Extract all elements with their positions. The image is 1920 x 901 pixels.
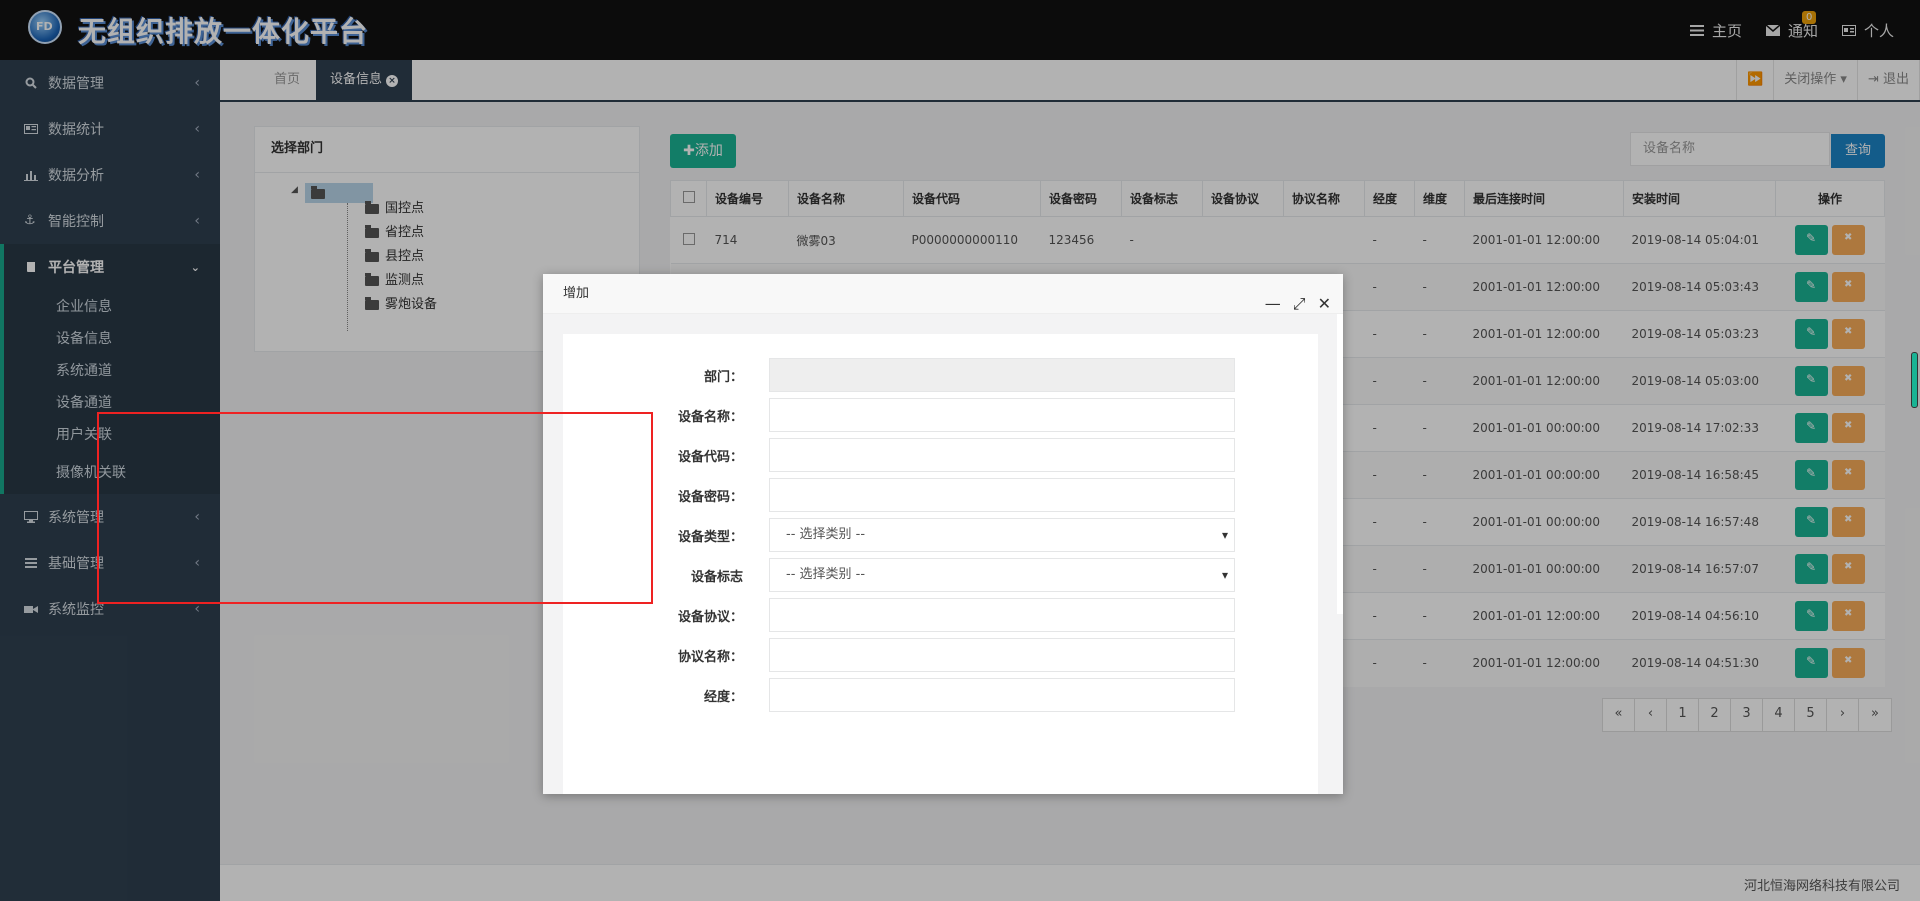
- form-label: 协议名称：: [677, 650, 743, 665]
- modal-scrollbar[interactable]: [1337, 314, 1343, 614]
- form-label: 部门：: [703, 370, 743, 385]
- form-row: 经度：: [563, 678, 1318, 712]
- form-select[interactable]: -- 选择类别 --: [769, 558, 1235, 592]
- form-label: 设备标志: [690, 570, 743, 585]
- device-form: 部门： 设备名称： 设备代码： 设备密码： 设备类型： -- 选择类别 -- 设备标志 -- …: [563, 334, 1318, 794]
- modal-title: 增加: [563, 286, 590, 301]
- page-scrollbar[interactable]: [1911, 352, 1918, 408]
- form-input[interactable]: [769, 598, 1235, 632]
- form-row: 设备密码：: [563, 478, 1318, 512]
- form-row: 设备名称：: [563, 398, 1318, 432]
- form-label: 经度：: [703, 690, 743, 705]
- form-input[interactable]: [769, 638, 1235, 672]
- form-select[interactable]: -- 选择类别 --: [769, 518, 1235, 552]
- form-row: 设备标志 -- 选择类别 --: [563, 558, 1318, 592]
- form-label: 设备密码：: [677, 490, 743, 505]
- form-row: 部门：: [563, 358, 1318, 392]
- form-input[interactable]: [769, 398, 1235, 432]
- form-label: 设备代码：: [677, 450, 743, 465]
- form-row: 设备协议：: [563, 598, 1318, 632]
- form-label: 设备名称：: [677, 410, 743, 425]
- form-row: 设备类型： -- 选择类别 --: [563, 518, 1318, 552]
- form-input[interactable]: [769, 478, 1235, 512]
- modal-body: 部门： 设备名称： 设备代码： 设备密码： 设备类型： -- 选择类别 -- 设备标志 -- …: [543, 314, 1343, 794]
- form-input[interactable]: [769, 678, 1235, 712]
- form-row: 协议名称：: [563, 638, 1318, 672]
- modal-header: 增加 — ⤢ ✕: [543, 274, 1343, 314]
- form-input[interactable]: [769, 438, 1235, 472]
- highlight-box: [97, 412, 653, 604]
- form-row: 设备代码：: [563, 438, 1318, 472]
- form-input[interactable]: [769, 358, 1235, 392]
- add-device-modal: 增加 — ⤢ ✕ 部门： 设备名称： 设备代码： 设备密码： 设备类型： -- 选择类别 …: [543, 274, 1343, 794]
- form-label: 设备类型：: [677, 530, 743, 545]
- form-label: 设备协议：: [677, 610, 743, 625]
